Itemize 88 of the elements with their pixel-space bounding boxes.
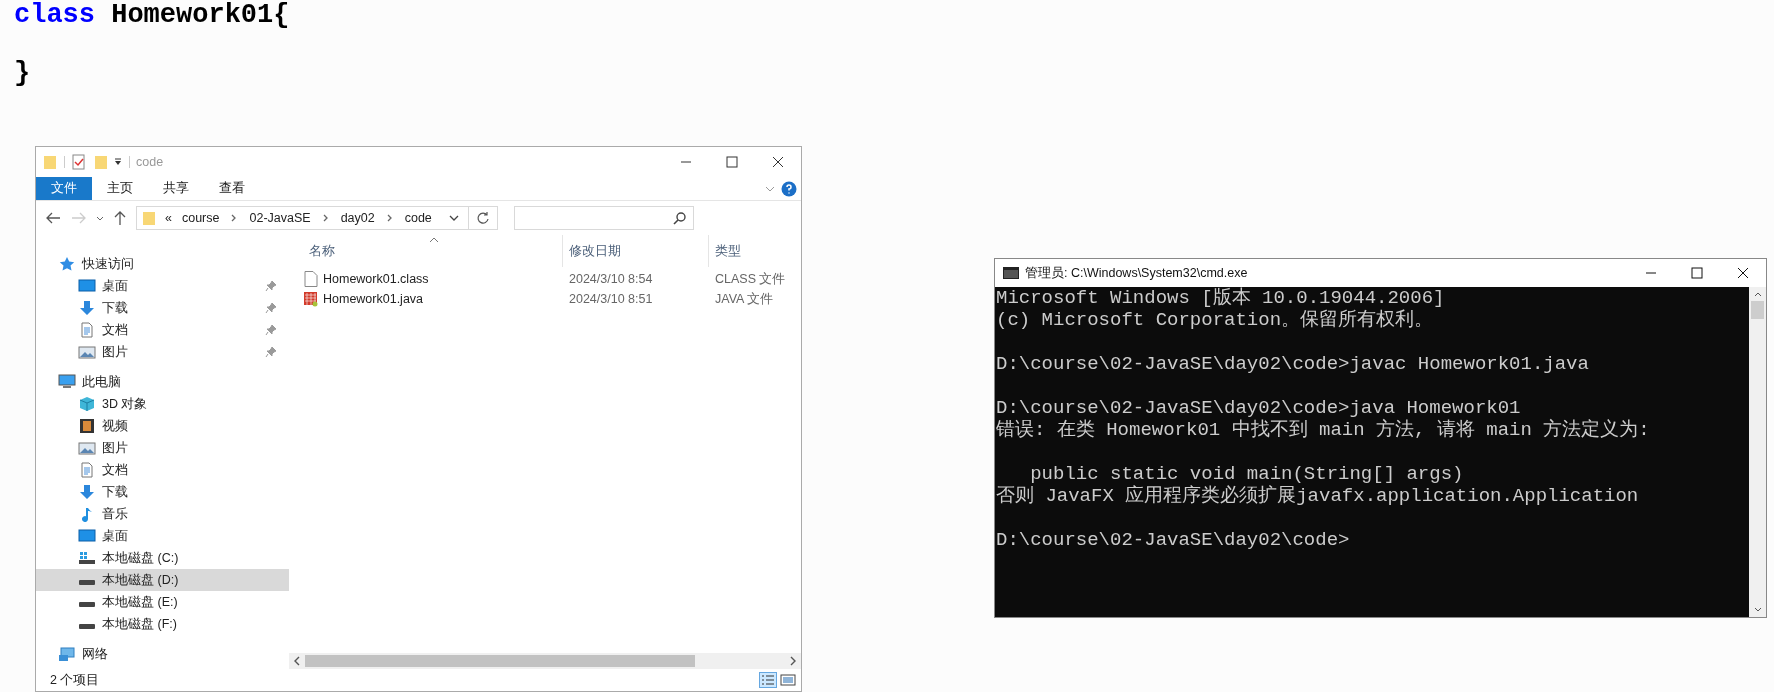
sidebar-item[interactable]: 视频 xyxy=(36,415,289,437)
sidebar-item[interactable]: 文档 xyxy=(36,459,289,481)
sidebar-item[interactable]: 图片 xyxy=(36,341,289,363)
monitor-icon xyxy=(78,278,96,294)
breadcrumb-item[interactable]: code xyxy=(404,208,432,228)
file-type: JAVA 文件 xyxy=(714,290,774,308)
code-line: } xyxy=(14,59,32,88)
window-title: 管理员: C:\Windows\System32\cmd.exe xyxy=(1025,264,1248,282)
blank-file-icon xyxy=(304,271,318,287)
console-line: public static void main(String[] args) xyxy=(1029,463,1465,485)
scrollbar-thumb[interactable] xyxy=(305,655,695,667)
drive-icon xyxy=(78,624,96,629)
picture-icon xyxy=(78,344,96,360)
sidebar-item[interactable]: 音乐 xyxy=(36,503,289,525)
column-header[interactable]: 修改日期 xyxy=(563,235,709,267)
breadcrumb-item[interactable]: day02 xyxy=(340,208,375,228)
monitor-icon xyxy=(78,528,96,544)
sort-up-icon xyxy=(429,237,439,243)
sidebar-item[interactable]: 下载 xyxy=(36,481,289,503)
download-icon xyxy=(78,484,96,500)
document-icon xyxy=(78,322,96,338)
star-icon xyxy=(58,256,76,272)
sidebar-item[interactable]: 图片 xyxy=(36,437,289,459)
item-count: 2 个项目 xyxy=(50,671,101,689)
properties-icon[interactable] xyxy=(71,154,87,170)
download-icon xyxy=(78,300,96,316)
file-row[interactable]: Homework01.java 2024/3/10 8:51 JAVA 文件 xyxy=(289,289,801,309)
column-header[interactable]: 名称 xyxy=(289,235,563,267)
modified-date: 2024/3/10 8:54 xyxy=(568,270,654,288)
window-title: code xyxy=(136,153,164,171)
overflow-chevron[interactable]: « xyxy=(165,208,172,228)
sidebar-item[interactable]: 本地磁盘 (E:) xyxy=(36,591,289,613)
file-name: Homework01.class xyxy=(323,270,429,288)
picture-icon xyxy=(78,440,96,456)
search-icon xyxy=(673,211,687,225)
sidebar-item[interactable]: 快速访问 xyxy=(36,253,289,275)
ribbon-tab[interactable]: 文件 xyxy=(36,177,92,200)
cube-icon xyxy=(78,396,96,412)
sidebar-item[interactable]: 桌面 xyxy=(36,525,289,547)
column-header[interactable]: 类型 xyxy=(709,235,801,267)
dropdown-icon[interactable] xyxy=(113,157,123,167)
drive-icon xyxy=(78,550,96,566)
sidebar-item[interactable]: 网络 xyxy=(36,643,289,665)
address-bar[interactable]: « course 02-JavaSE day02 code xyxy=(136,206,498,230)
help-icon[interactable] xyxy=(781,180,797,197)
network-icon xyxy=(58,646,76,662)
film-icon xyxy=(78,418,96,434)
ribbon-tab[interactable]: 查看 xyxy=(204,177,260,200)
chevron-right-icon xyxy=(322,214,329,222)
code-line: class Homework01{ xyxy=(14,1,291,30)
computer-icon xyxy=(58,374,76,390)
sidebar-item[interactable]: 桌面 xyxy=(36,275,289,297)
console-line: 错误: 在类 Homework01 中找不到 main 方法, 请将 main 方法定义为: xyxy=(996,419,1651,441)
console-line: (c) Microsoft Corporation。保留所有权利。 xyxy=(996,309,1435,331)
sidebar-item[interactable]: 本地磁盘 (C:) xyxy=(36,547,289,569)
breadcrumb-item[interactable]: course xyxy=(181,208,220,228)
sidebar-item[interactable]: 本地磁盘 (D:) xyxy=(36,569,289,591)
console-line: D:\course\02-JavaSE\day02\code> xyxy=(996,529,1351,551)
modified-date: 2024/3/10 8:51 xyxy=(568,290,654,308)
sidebar-item[interactable]: 3D 对象 xyxy=(36,393,289,415)
folder-icon[interactable] xyxy=(42,154,58,170)
vertical-scrollbar[interactable] xyxy=(1749,287,1766,617)
ribbon-tab[interactable]: 共享 xyxy=(148,177,204,200)
sidebar-item[interactable]: 本地磁盘 (F:) xyxy=(36,613,289,635)
drive-icon xyxy=(78,602,96,607)
file-name: Homework01.java xyxy=(323,290,424,308)
sidebar-item[interactable]: 文档 xyxy=(36,319,289,341)
scrollbar-thumb[interactable] xyxy=(1751,301,1764,319)
console-line: Microsoft Windows [版本 10.0.19044.2006] xyxy=(996,287,1446,309)
console-line: D:\course\02-JavaSE\day02\code>java Homework01 xyxy=(996,397,1522,419)
console-line: D:\course\02-JavaSE\day02\code>javac Homework01.java xyxy=(996,353,1590,375)
console-line: 否则 JavaFX 应用程序类必须扩展javafx.application.Application xyxy=(996,485,1640,507)
search-field[interactable] xyxy=(514,206,694,230)
ribbon-tab[interactable]: 主页 xyxy=(92,177,148,200)
file-row[interactable]: Homework01.class 2024/3/10 8:54 CLASS 文件 xyxy=(289,269,801,289)
sidebar-item[interactable]: 下载 xyxy=(36,297,289,319)
file-type: CLASS 文件 xyxy=(714,270,786,288)
java-file-icon xyxy=(303,291,319,307)
horizontal-scrollbar[interactable] xyxy=(289,653,801,669)
drive-icon xyxy=(78,580,96,585)
terminal-icon xyxy=(1003,267,1019,279)
breadcrumb-item[interactable]: 02-JavaSE xyxy=(249,208,311,228)
folder-icon xyxy=(141,210,157,226)
sidebar-item[interactable]: 此电脑 xyxy=(36,371,289,393)
details-view-icon[interactable] xyxy=(759,672,777,688)
chevron-right-icon xyxy=(386,214,393,222)
document-icon xyxy=(78,462,96,478)
chevron-right-icon xyxy=(231,214,238,222)
